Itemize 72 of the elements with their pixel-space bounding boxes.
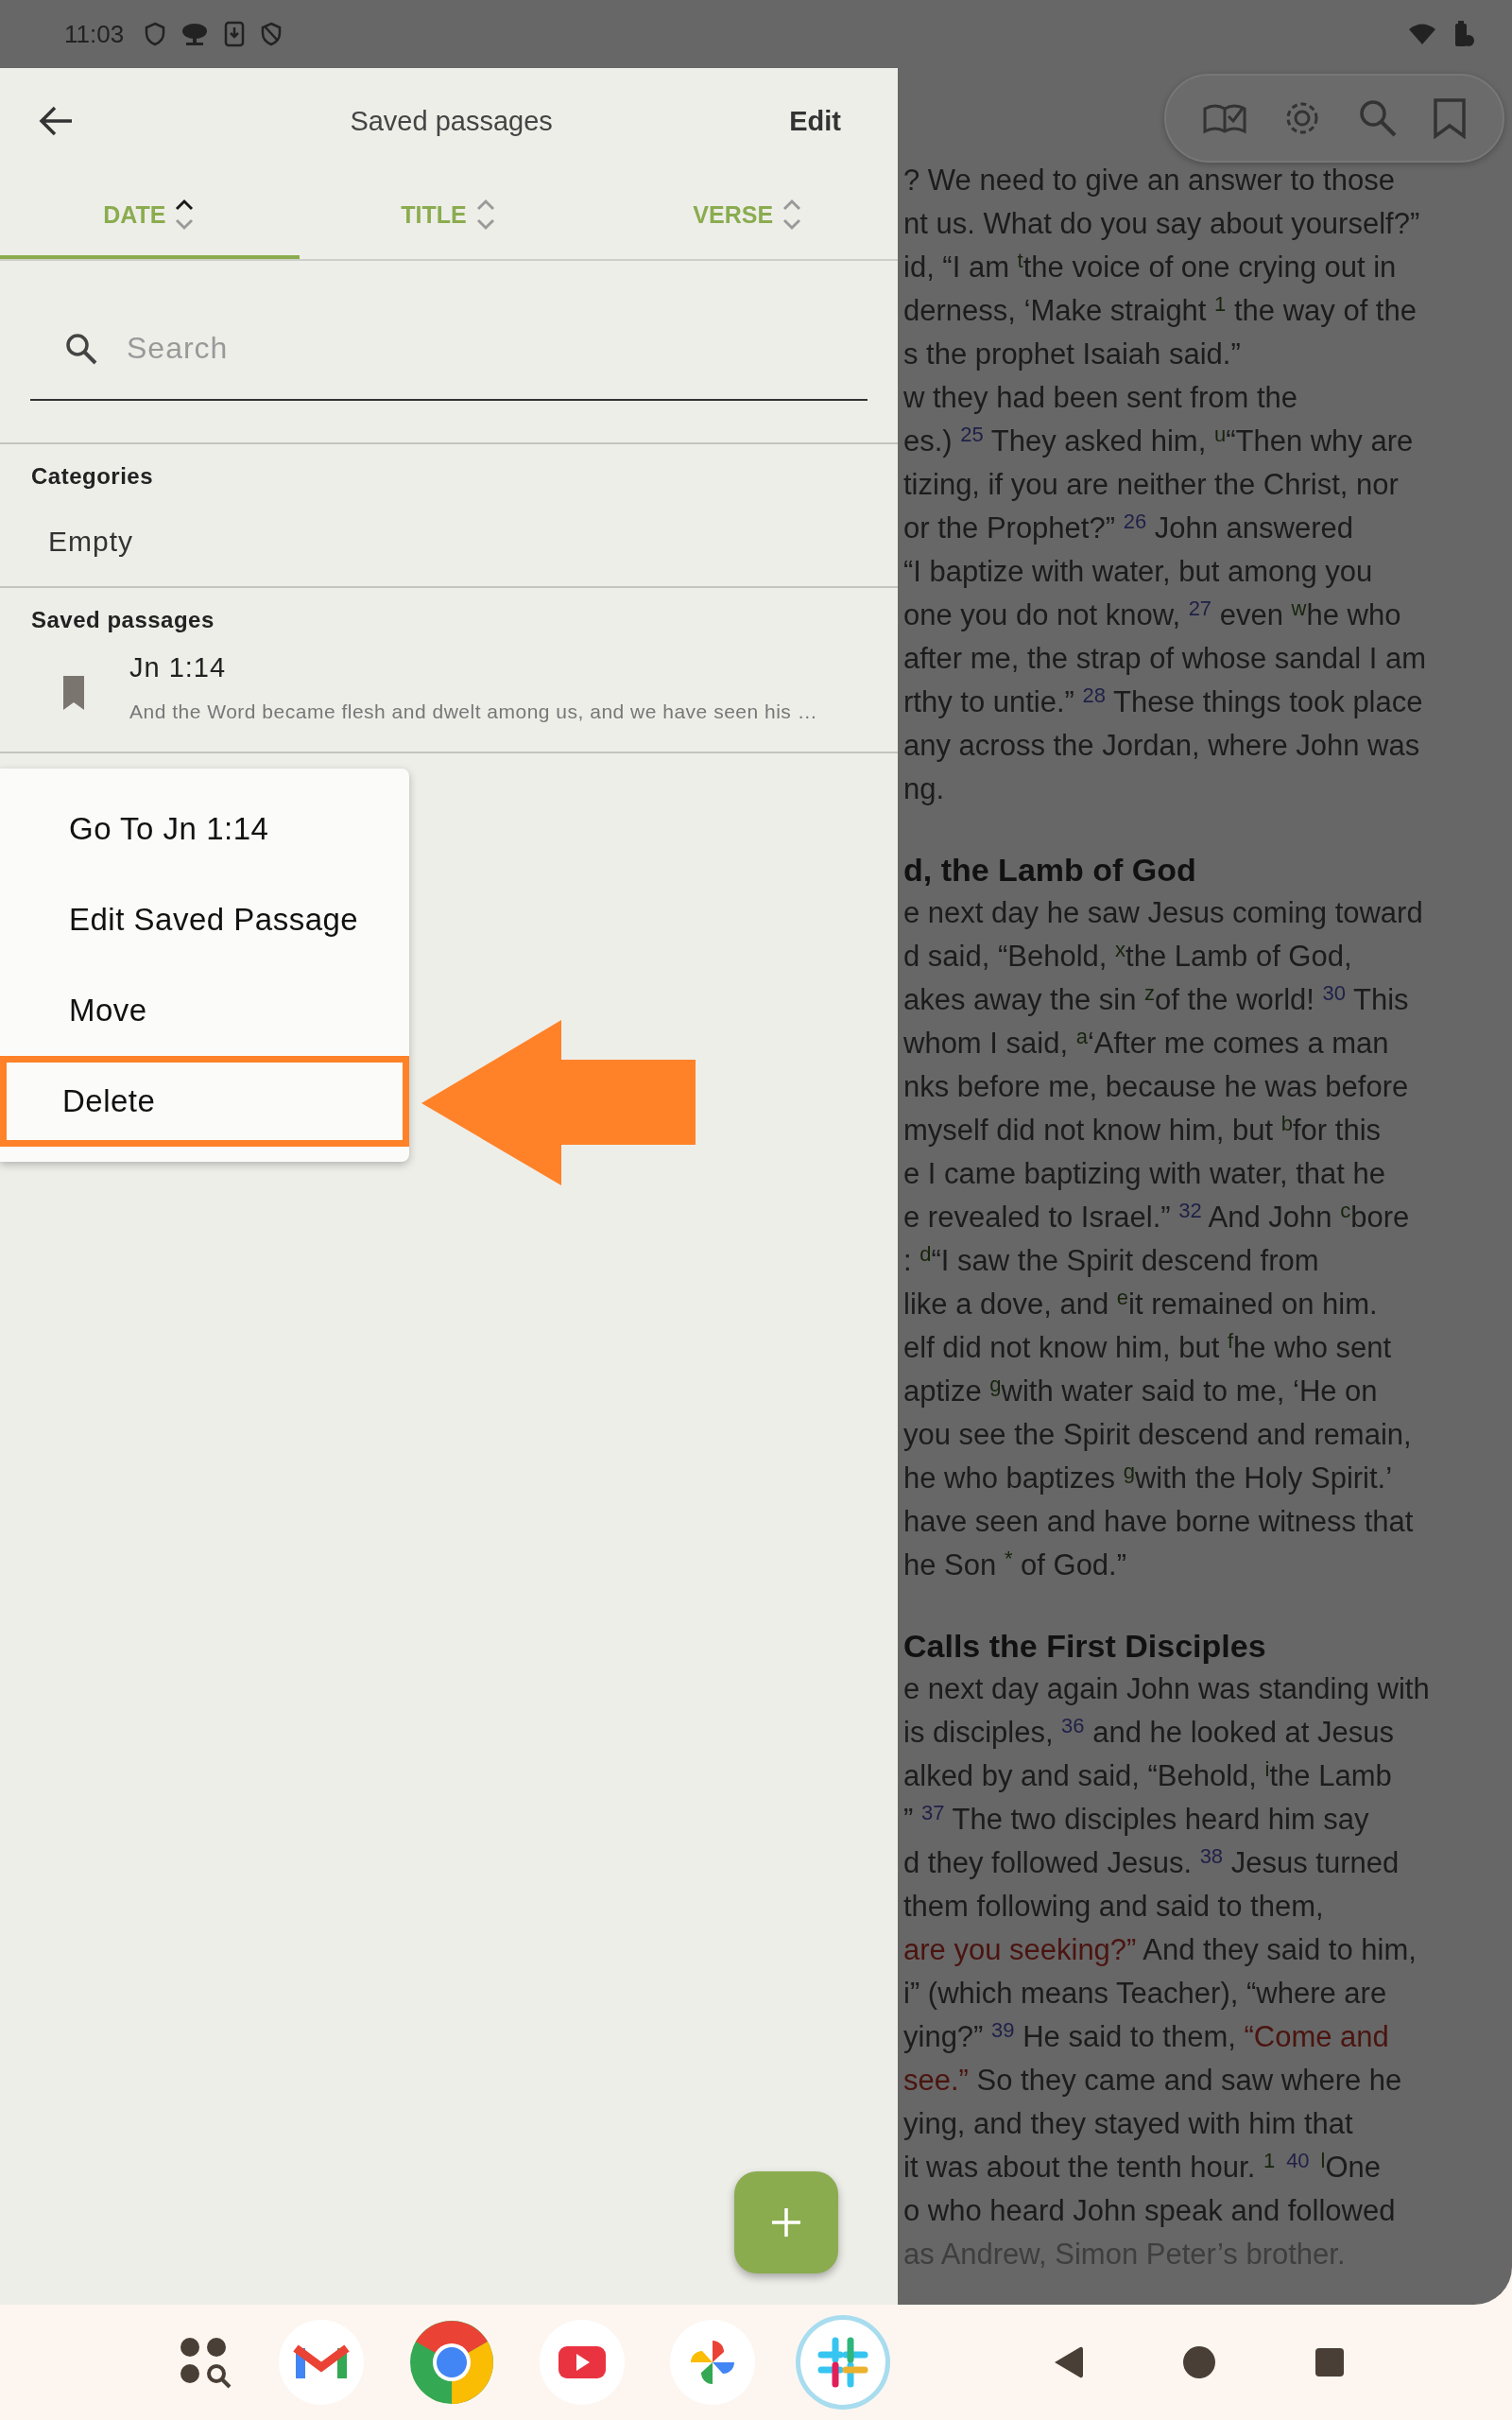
search-field[interactable]: Search [30,297,868,401]
passage-line: have seen and have borne witness that [903,1504,1415,1540]
bookmark-icon [63,675,84,710]
passage-line: w they had been sent from the [903,380,1299,416]
passage-line: “I baptize with water, but among you [903,554,1374,590]
drawer-title: Saved passages [349,105,554,137]
passage-line: myself did not know him, but $^{b}$for this [903,1111,1382,1149]
section-heading: Categories [31,463,155,490]
menu-item[interactable]: Delete [0,1056,409,1147]
passage-line: o who heard John speak and followed [903,2193,1397,2229]
recents-button[interactable] [1314,2347,1345,2377]
bookmark-icon[interactable] [1433,97,1467,139]
passage-line: e revealed to Israel.” $^{32}$ And John $^{c}$bore [903,1198,1411,1236]
passage-line: nks before me, because he was before [903,1069,1410,1105]
passage-line: i” (which means Teacher), “where are [903,1976,1388,2012]
passage-line: ng. [903,771,946,807]
passage-line: derness, ‘Make straight $^{1}$ the way of the [903,291,1418,329]
add-button[interactable] [734,2171,838,2273]
plus-icon [770,2206,802,2238]
passage-line: rthy to untie.” $^{28}$ These things took place [903,683,1424,720]
passage-line: s the prophet Isaiah said.” [903,337,1242,372]
browser-icon[interactable] [409,2320,494,2405]
passage-line: or the Prophet?” $^{26}$ John answered [903,509,1354,546]
passage-line: are you seeking?” And they said to him, [903,1932,1418,1968]
tree-icon [180,22,210,46]
passage-line: like a dove, and $^{e}$it remained on him. [903,1285,1379,1322]
section-heading: Calls the First Disciples [903,1627,1267,1666]
passage-line: he Son $^{*}$ of God.” [903,1546,1128,1583]
section-heading: d, the Lamb of God [903,851,1197,890]
passage-line: e next day he saw Jesus coming toward [903,895,1424,931]
passage-reference[interactable]: Jn 1:14 [129,652,818,683]
passage-line: d they followed Jesus. $^{38}$ Jesus turned [903,1843,1400,1881]
empty-label: Empty [48,526,135,558]
passage-line: id, “I am $^{t}$the voice of one crying out in [903,248,1398,285]
passage-line: aptize $^{g}$with water said to me, ‘He on [903,1372,1379,1409]
passage-line: is disciples, $^{36}$ and he looked at Jesus [903,1713,1396,1751]
home-button[interactable] [1182,2345,1216,2379]
passage-snippet: And the Word became flesh and dwelt among us, and we have seen his … [129,700,818,723]
passage-line: see.” So they came and saw where he [903,2063,1403,2099]
passage-line: : $^{d}$“I saw the Spirit descend from [903,1241,1320,1279]
search-icon [64,332,98,366]
passage-line: es.) $^{25}$ They asked him, $^{u}$“Then why are [903,422,1415,459]
shield-slash-icon [260,22,284,46]
passage-line: one you do not know, $^{27}$ even $^{w}$he who [903,596,1402,633]
passage-line: whom I said, $^{a}$‘After me comes a man [903,1024,1390,1062]
passage-line: tizing, if you are neither the Christ, nor [903,467,1400,503]
passage-line: e I came baptizing with water, that he [903,1156,1387,1192]
status-time: 11:03 [64,19,125,49]
passage-line: ? We need to give an answer to those [903,163,1396,199]
passage-line: elf did not know him, but $^{f}$he who sent [903,1328,1393,1366]
passage-line: ” $^{37}$ The two disciples heard him say [903,1800,1370,1838]
passage-line: ying?” $^{39}$ He said to them, “Come and [903,2017,1390,2055]
passage-line: he who baptizes $^{g}$with the Holy Spirit.’ [903,1459,1394,1496]
menu-item[interactable]: Move [0,965,409,1056]
search-icon[interactable] [1357,97,1399,139]
shield-icon [145,22,166,46]
passage-line: them following and said to them, [903,1889,1325,1925]
passage-line: alked by and said, “Behold, $^{i}$the Lamb [903,1756,1393,1794]
passage-line: ying, and they stayed with him that [903,2106,1354,2142]
menu-item[interactable]: Edit Saved Passage [0,874,409,965]
passage-line: you see the Spirit descend and remain, [903,1417,1413,1453]
section-heading: Saved passages [31,607,215,633]
passage-line: akes away the sin $^{z}$of the world! $^{30}$ This [903,980,1410,1018]
passage-line: nt us. What do you say about yourself?” [903,206,1421,242]
passage-line: any across the Jordan, where John was [903,728,1421,764]
passage-line: after me, the strap of whose sandal I am [903,641,1428,677]
passage-line: d said, “Behold, $^{x}$the Lamb of God, [903,937,1353,975]
passage-line: e next day again John was standing with [903,1671,1431,1707]
download-icon [224,21,246,47]
menu-item[interactable]: Go To Jn 1:14 [0,784,409,874]
edit-button[interactable]: Edit [789,105,841,137]
wifi-icon [1408,23,1436,45]
